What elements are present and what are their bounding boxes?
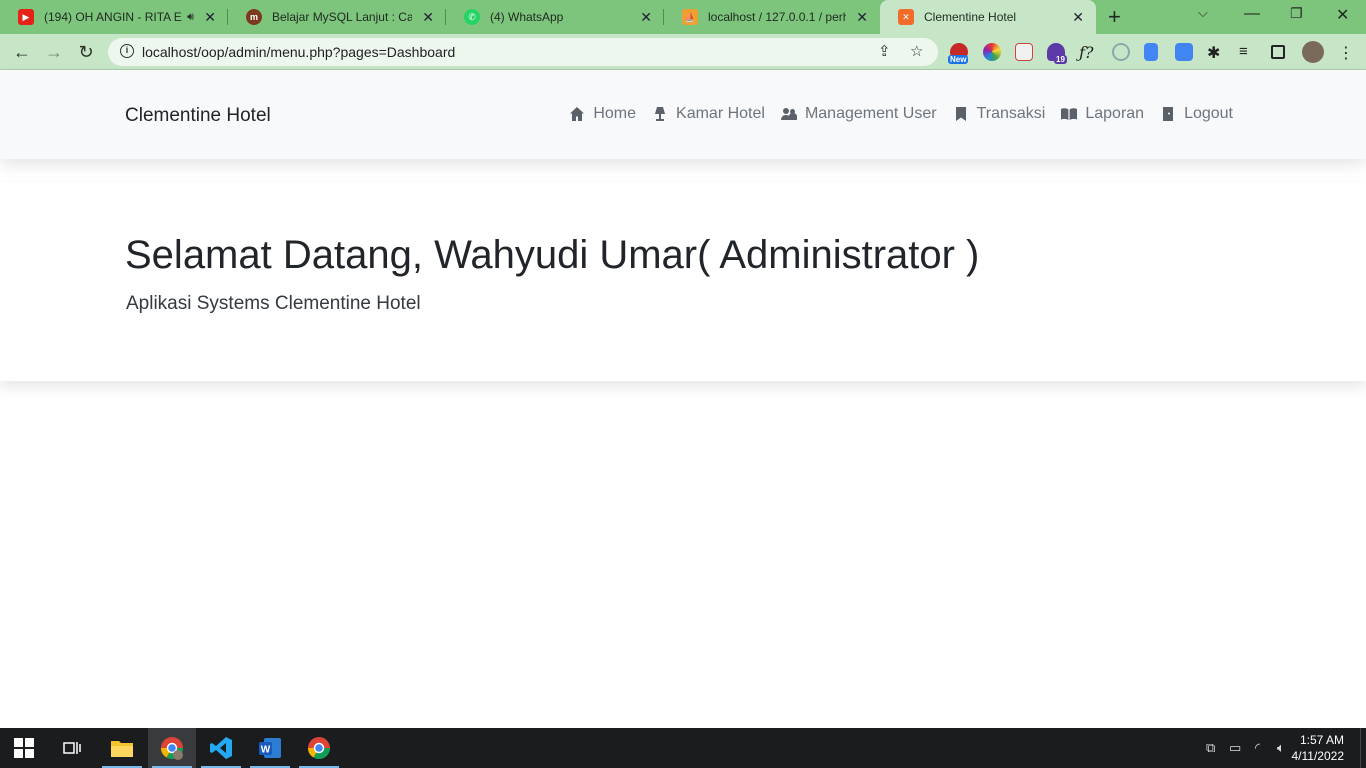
vscode-icon — [210, 737, 232, 759]
close-icon[interactable]: ✕ — [640, 9, 652, 25]
site-info-icon[interactable]: i — [120, 44, 134, 58]
browser-toolbar: ← → ↻ i localhost/oop/admin/menu.php?pag… — [0, 34, 1366, 70]
profile-avatar[interactable] — [1302, 41, 1324, 63]
close-icon[interactable]: ✕ — [204, 9, 216, 25]
color-picker-icon[interactable] — [983, 43, 1001, 61]
lamp-icon — [655, 107, 666, 121]
tab-search-icon[interactable]: ⌵ — [1198, 5, 1208, 21]
nav-management-user[interactable]: Management User — [780, 105, 937, 123]
clock-time: 1:57 AM — [1299, 733, 1344, 747]
task-view-button[interactable] — [48, 728, 96, 768]
tab-title: (4) WhatsApp — [490, 10, 564, 24]
tab-clementine-hotel[interactable]: ✕ Clementine Hotel ✕ — [880, 0, 1096, 34]
nav-home[interactable]: Home — [569, 105, 636, 123]
users-icon — [780, 108, 797, 120]
count-badge: 19 — [1054, 55, 1067, 64]
chrome-profile-button[interactable] — [148, 728, 196, 768]
media-control-icon[interactable]: ≡ — [1239, 43, 1257, 61]
tab-title: (194) OH ANGIN - RITA E — [44, 10, 182, 24]
site-navbar: Clementine Hotel Home Kamar Hotel Manage… — [0, 71, 1366, 159]
welcome-subtitle: Aplikasi Systems Clementine Hotel — [126, 293, 421, 314]
nav-transaksi[interactable]: Transaksi — [953, 105, 1046, 123]
nav-logout[interactable]: Logout — [1160, 105, 1233, 123]
nav-label: Laporan — [1085, 105, 1145, 122]
react-devtools-icon[interactable] — [1112, 43, 1130, 61]
tab-whatsapp[interactable]: ✆ (4) WhatsApp ✕ — [446, 0, 664, 34]
side-panel-icon[interactable] — [1271, 45, 1285, 59]
youtube-icon: ▶ — [18, 9, 34, 25]
svg-text:W: W — [261, 745, 271, 756]
minimize-button[interactable]: — — [1244, 5, 1260, 23]
chrome-button[interactable] — [295, 728, 343, 768]
chrome-menu-icon[interactable]: ⋮ — [1338, 43, 1356, 62]
door-icon — [1163, 107, 1174, 121]
bookmark-star-icon[interactable]: ☆ — [910, 42, 923, 60]
book-icon: m — [246, 9, 262, 25]
wifi-icon[interactable]: ◜ — [1255, 740, 1260, 756]
nav-label: Home — [593, 105, 637, 122]
tab-youtube[interactable]: ▶ (194) OH ANGIN - RITA E 🔊︎ ✕ — [0, 0, 228, 34]
vscode-button[interactable] — [197, 728, 245, 768]
home-icon — [570, 107, 585, 121]
welcome-jumbotron: Selamat Datang, Wahyudi Umar( Administra… — [0, 183, 1366, 381]
whatsapp-icon: ✆ — [464, 9, 480, 25]
restore-button[interactable]: ❐ — [1290, 5, 1303, 22]
bookmark-icon — [955, 107, 966, 121]
start-icon — [14, 738, 34, 758]
volume-icon[interactable]: 🔈︎ — [1277, 740, 1285, 756]
new-tab-button[interactable]: + — [1108, 6, 1121, 28]
xampp-icon: ✕ — [898, 9, 914, 25]
extensions-puzzle-icon[interactable]: ✱ — [1207, 43, 1225, 62]
nav-laporan[interactable]: Laporan — [1061, 105, 1144, 123]
chrome-profile-icon — [161, 737, 183, 760]
speaker-icon[interactable]: 🔊︎ — [187, 11, 194, 24]
tab-title: Clementine Hotel — [924, 10, 1017, 24]
task-view-icon — [63, 742, 81, 754]
windows-taskbar: W ⧉ ▭ ◜ 🔈︎ 1:57 AM 4/11/2022 — [0, 728, 1366, 768]
chrome-icon — [308, 737, 330, 759]
share-icon[interactable]: ⇪ — [878, 42, 891, 60]
file-explorer-button[interactable] — [98, 728, 146, 768]
meet-now-icon[interactable]: ⧉ — [1206, 740, 1215, 756]
close-icon[interactable]: ✕ — [856, 9, 868, 25]
main-menu: Home Kamar Hotel Management User Transak… — [569, 105, 1233, 123]
start-button[interactable] — [0, 728, 48, 768]
file-explorer-icon — [111, 741, 133, 757]
show-desktop-button[interactable] — [1360, 728, 1366, 768]
reload-button[interactable]: ↻ — [74, 40, 98, 64]
battery-icon[interactable]: ▭ — [1229, 740, 1241, 756]
back-button[interactable]: ← — [10, 40, 34, 64]
phpmyadmin-icon: ⛵ — [682, 9, 698, 25]
docs-icon[interactable] — [1144, 43, 1158, 61]
open-book-icon — [1061, 108, 1078, 120]
welcome-title: Selamat Datang, Wahyudi Umar( Administra… — [125, 233, 980, 277]
url-text[interactable]: localhost/oop/admin/menu.php?pages=Dashb… — [142, 44, 455, 60]
tab-title: localhost / 127.0.0.1 / perhot — [708, 10, 846, 24]
translate-icon[interactable] — [1175, 43, 1193, 61]
clock-date: 4/11/2022 — [1291, 749, 1345, 763]
close-icon[interactable]: ✕ — [422, 9, 434, 25]
nav-label: Logout — [1184, 105, 1233, 122]
tab-title: Belajar MySQL Lanjut : Cara M — [272, 10, 412, 24]
nav-label: Kamar Hotel — [676, 105, 765, 122]
formula-icon[interactable]: ƒ? — [1079, 43, 1097, 62]
extension-window-icon[interactable] — [1015, 43, 1033, 61]
window-close-button[interactable]: ✕ — [1336, 5, 1349, 25]
word-icon: W — [259, 738, 281, 758]
address-bar[interactable]: i localhost/oop/admin/menu.php?pages=Das… — [108, 38, 938, 66]
tab-mysql[interactable]: m Belajar MySQL Lanjut : Cara M ✕ — [228, 0, 446, 34]
word-button[interactable]: W — [246, 728, 294, 768]
new-badge: New — [948, 55, 969, 64]
nav-label: Management User — [804, 105, 937, 122]
close-icon[interactable]: ✕ — [1072, 9, 1084, 25]
system-clock[interactable]: 1:57 AM 4/11/2022 — [1292, 732, 1345, 764]
nav-label: Transaksi — [976, 105, 1046, 122]
browser-tab-strip: ▶ (194) OH ANGIN - RITA E 🔊︎ ✕ m Belajar… — [0, 0, 1366, 34]
nav-kamar-hotel[interactable]: Kamar Hotel — [652, 105, 765, 123]
forward-button[interactable]: → — [42, 40, 66, 64]
tab-phpmyadmin[interactable]: ⛵ localhost / 127.0.0.1 / perhot ✕ — [664, 0, 880, 34]
site-brand[interactable]: Clementine Hotel — [125, 105, 271, 127]
